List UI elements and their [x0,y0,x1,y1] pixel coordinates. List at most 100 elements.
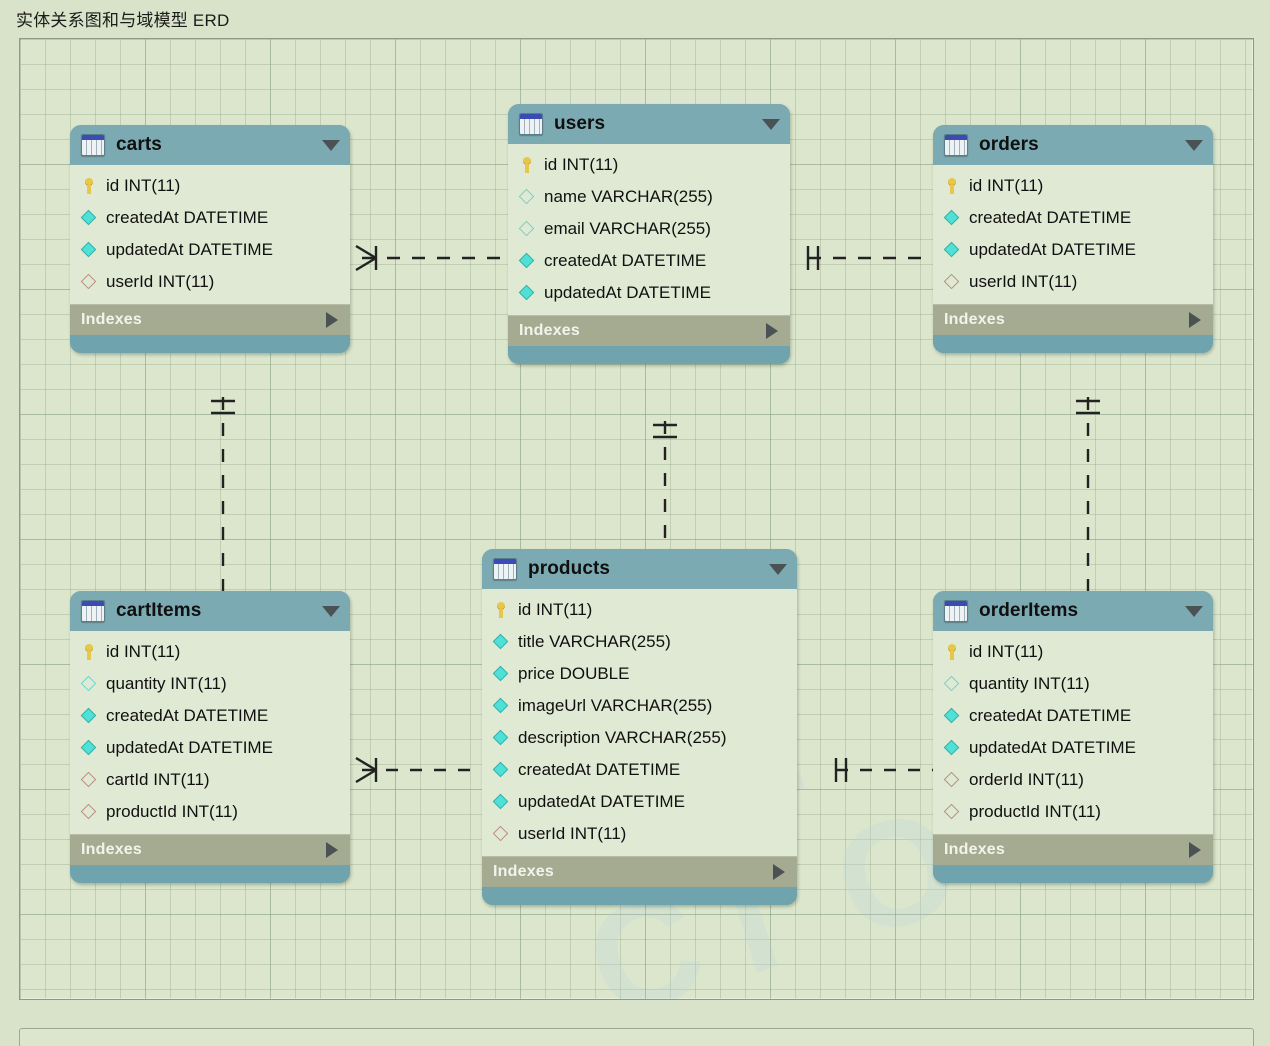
table-header[interactable]: users [508,104,790,144]
table-row[interactable]: updatedAt DATETIME [933,732,1213,764]
diamond-icon [519,189,535,205]
chevron-right-icon[interactable] [1189,842,1201,858]
table-header[interactable]: carts [70,125,350,165]
table-name: products [528,558,611,579]
indexes-section[interactable]: Indexes [70,304,350,335]
table-row[interactable]: id INT(11) [933,170,1213,202]
chevron-down-icon[interactable] [1185,605,1203,617]
table-row[interactable]: createdAt DATETIME [70,202,350,234]
column-label: createdAt DATETIME [969,208,1132,227]
table-row[interactable]: id INT(11) [933,636,1213,668]
chevron-right-icon[interactable] [326,312,338,328]
indexes-section[interactable]: Indexes [933,304,1213,335]
key-icon [944,178,960,194]
table-row[interactable]: id INT(11) [70,170,350,202]
table-users[interactable]: users id INT(11) name VARCHAR(255) email… [508,104,790,364]
table-orderitems[interactable]: orderItems id INT(11) quantity INT(11) c… [933,591,1213,883]
table-row[interactable]: updatedAt DATETIME [70,234,350,266]
table-row[interactable]: createdAt DATETIME [482,754,797,786]
table-row[interactable]: title VARCHAR(255) [482,626,797,658]
table-row[interactable]: createdAt DATETIME [933,700,1213,732]
table-row[interactable]: createdAt DATETIME [508,245,790,277]
chevron-down-icon[interactable] [1185,139,1203,151]
table-row[interactable]: quantity INT(11) [933,668,1213,700]
table-row[interactable]: description VARCHAR(255) [482,722,797,754]
table-name: carts [116,134,162,155]
indexes-label: Indexes [519,322,580,339]
diamond-icon [519,221,535,237]
column-label: productId INT(11) [969,802,1101,821]
diamond-icon [81,210,97,226]
table-icon [493,558,517,580]
column-label: id INT(11) [969,176,1044,195]
column-label: createdAt DATETIME [969,706,1132,725]
diamond-icon [81,740,97,756]
table-orders[interactable]: orders id INT(11) createdAt DATETIME upd… [933,125,1213,353]
table-row[interactable]: id INT(11) [508,149,790,181]
table-row[interactable]: updatedAt DATETIME [70,732,350,764]
table-row[interactable]: email VARCHAR(255) [508,213,790,245]
table-cartitems[interactable]: cartItems id INT(11) quantity INT(11) cr… [70,591,350,883]
table-header[interactable]: orderItems [933,591,1213,631]
table-row[interactable]: createdAt DATETIME [70,700,350,732]
key-icon [81,644,97,660]
chevron-right-icon[interactable] [326,842,338,858]
column-label: title VARCHAR(255) [518,632,671,651]
table-header[interactable]: orders [933,125,1213,165]
erd-canvas[interactable]: 51 2 C T O [19,38,1254,1000]
table-footer [70,335,350,353]
table-row[interactable]: id INT(11) [482,594,797,626]
table-row[interactable]: updatedAt DATETIME [508,277,790,309]
column-label: quantity INT(11) [106,674,227,693]
table-footer [70,865,350,883]
chevron-down-icon[interactable] [322,605,340,617]
table-row[interactable]: id INT(11) [70,636,350,668]
column-label: id INT(11) [969,642,1044,661]
column-label: name VARCHAR(255) [544,187,713,206]
table-row[interactable]: userId INT(11) [482,818,797,850]
table-row[interactable]: productId INT(11) [933,796,1213,828]
table-products[interactable]: products id INT(11) title VARCHAR(255) p… [482,549,797,905]
indexes-section[interactable]: Indexes [508,315,790,346]
diamond-icon [944,708,960,724]
column-label: quantity INT(11) [969,674,1090,693]
column-label: price DOUBLE [518,664,630,683]
table-icon [81,134,105,156]
table-row[interactable]: createdAt DATETIME [933,202,1213,234]
chevron-right-icon[interactable] [773,864,785,880]
table-header[interactable]: cartItems [70,591,350,631]
table-row[interactable]: price DOUBLE [482,658,797,690]
table-row[interactable]: name VARCHAR(255) [508,181,790,213]
table-row[interactable]: userId INT(11) [933,266,1213,298]
table-row[interactable]: userId INT(11) [70,266,350,298]
table-row[interactable]: orderId INT(11) [933,764,1213,796]
table-footer [482,887,797,905]
erd-screenshot: 实体关系图和与域模型 ERD 51 2 C T O [0,0,1270,1046]
table-row[interactable]: updatedAt DATETIME [482,786,797,818]
column-label: orderId INT(11) [969,770,1084,789]
column-list: id INT(11) quantity INT(11) createdAt DA… [933,631,1213,834]
column-list: id INT(11) title VARCHAR(255) price DOUB… [482,589,797,856]
table-row[interactable]: productId INT(11) [70,796,350,828]
chevron-right-icon[interactable] [766,323,778,339]
indexes-section[interactable]: Indexes [933,834,1213,865]
column-label: userId INT(11) [518,824,627,843]
indexes-section[interactable]: Indexes [70,834,350,865]
table-row[interactable]: quantity INT(11) [70,668,350,700]
diamond-icon [944,676,960,692]
table-row[interactable]: cartId INT(11) [70,764,350,796]
table-carts[interactable]: carts id INT(11) createdAt DATETIME upda… [70,125,350,353]
table-header[interactable]: products [482,549,797,589]
chevron-down-icon[interactable] [769,563,787,575]
diamond-outline-icon [944,804,960,820]
indexes-label: Indexes [944,311,1005,328]
column-label: id INT(11) [106,642,181,661]
table-row[interactable]: imageUrl VARCHAR(255) [482,690,797,722]
chevron-down-icon[interactable] [322,139,340,151]
chevron-down-icon[interactable] [762,118,780,130]
diamond-icon [493,666,509,682]
indexes-section[interactable]: Indexes [482,856,797,887]
chevron-right-icon[interactable] [1189,312,1201,328]
table-row[interactable]: updatedAt DATETIME [933,234,1213,266]
column-label: cartId INT(11) [106,770,210,789]
